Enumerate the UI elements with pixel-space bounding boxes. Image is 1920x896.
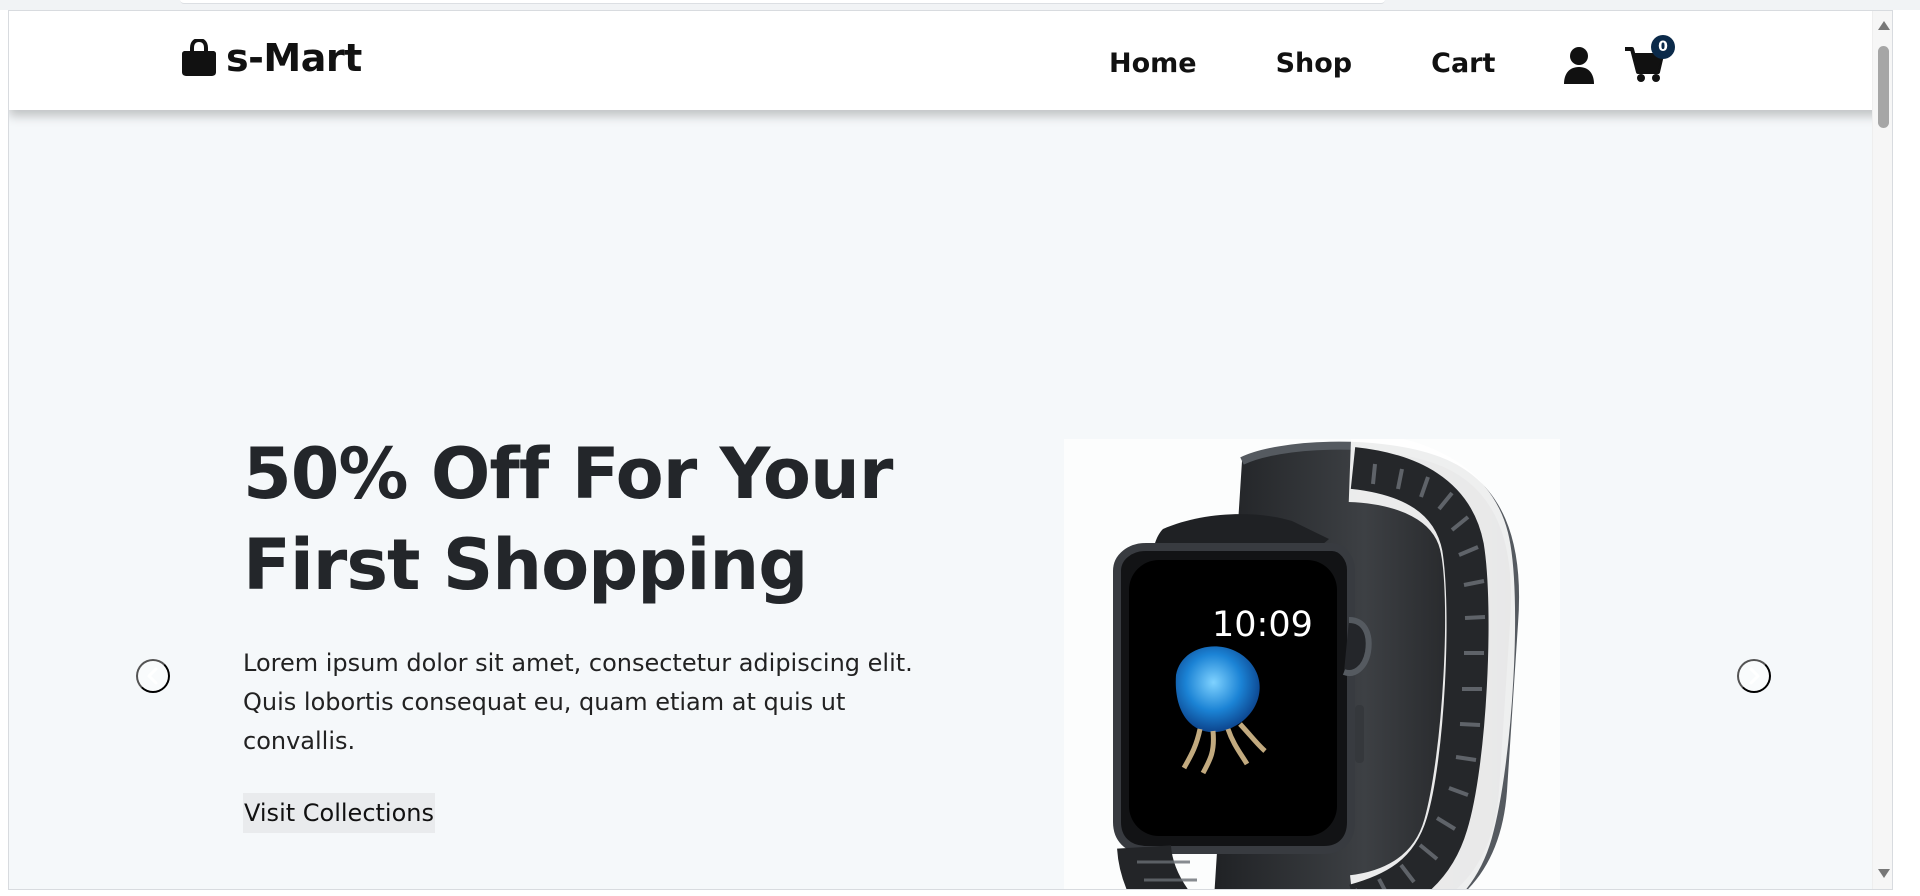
user-account-button[interactable] [1561, 45, 1597, 85]
cart-count-badge: 0 [1651, 35, 1675, 59]
nav-home-link[interactable]: Home [1109, 48, 1197, 80]
carousel-previous-button[interactable] [136, 659, 170, 693]
chevron-right-icon [1749, 667, 1760, 685]
nav-shop-link[interactable]: Shop [1276, 48, 1353, 80]
watch-time-text: 10:09 [1212, 605, 1313, 645]
hero-carousel: 50% Off For Your First Shopping Lorem ip… [9, 110, 1892, 889]
browser-top-edge [0, 0, 1920, 10]
carousel-next-button[interactable] [1737, 659, 1771, 693]
browser-tab-edge [180, 0, 1385, 4]
brand-name: s-Mart [226, 36, 362, 80]
page-scrollbar[interactable] [1872, 11, 1892, 889]
site-navbar: s-Mart Home Shop Cart 0 [9, 11, 1892, 110]
page-viewport: s-Mart Home Shop Cart 0 50% Off For Your… [8, 10, 1893, 890]
brand-logo-link[interactable]: s-Mart [181, 39, 362, 77]
nav-cart-link[interactable]: Cart [1431, 48, 1495, 80]
main-navigation: Home Shop Cart [1109, 48, 1495, 80]
scrollbar-thumb[interactable] [1878, 46, 1889, 128]
scroll-up-arrow-icon[interactable] [1878, 21, 1890, 30]
chevron-left-icon [147, 667, 158, 685]
hero-product-image: 10:09 [1064, 439, 1560, 889]
visit-collections-button[interactable]: Visit Collections [243, 793, 435, 833]
shopping-bag-icon [182, 39, 216, 76]
smart-watch-image: 10:09 [1113, 439, 1520, 889]
cart-icon-button[interactable]: 0 [1624, 35, 1675, 85]
hero-title: 50% Off For Your First Shopping [243, 433, 893, 606]
hero-description: Lorem ipsum dolor sit amet, consectetur … [243, 649, 913, 755]
user-icon [1564, 47, 1594, 84]
scroll-down-arrow-icon[interactable] [1878, 869, 1890, 878]
